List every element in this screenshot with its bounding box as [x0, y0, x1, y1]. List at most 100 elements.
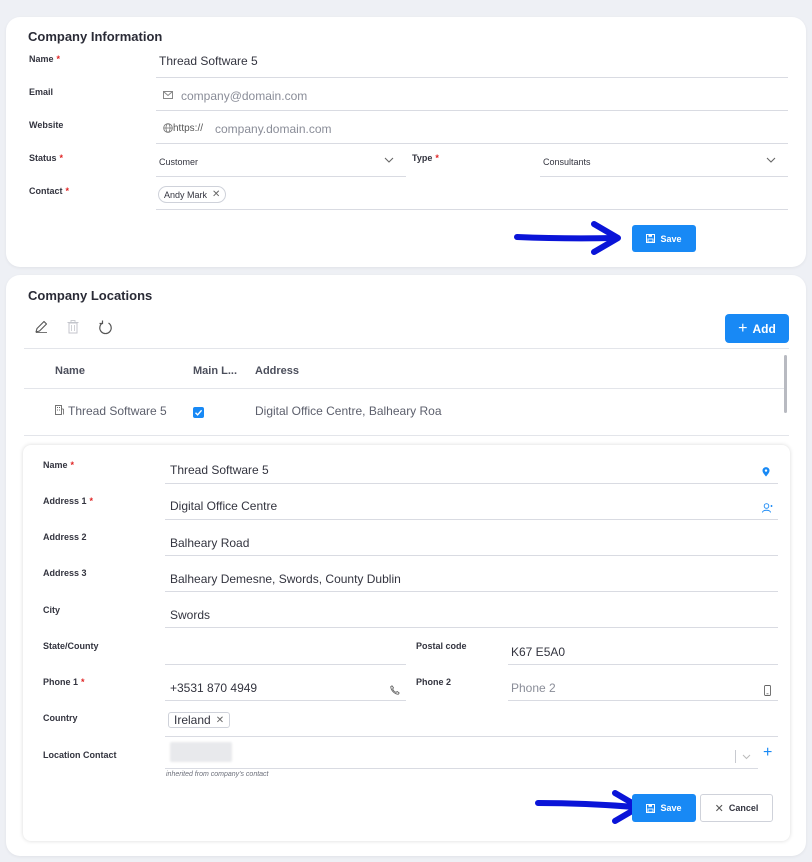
website-placeholder: company.domain.com — [215, 122, 332, 136]
location-contact-label: Location Contact — [43, 750, 117, 760]
contact-chip-label: Andy Mark — [164, 189, 208, 200]
address3-value: Balheary Demesne, Swords, County Dublin — [170, 572, 401, 586]
status-value: Customer — [159, 157, 199, 167]
location-save-label: Save — [660, 803, 682, 813]
company-locations-title: Company Locations — [28, 288, 153, 303]
table-scrollbar[interactable] — [784, 355, 787, 413]
mobile-phone-icon[interactable] — [764, 685, 771, 696]
address1-field[interactable]: Digital Office Centre — [165, 486, 778, 520]
main-location-checkbox[interactable] — [193, 407, 204, 418]
city-field[interactable]: Swords — [165, 594, 778, 628]
edit-pencil-icon[interactable] — [34, 320, 48, 334]
postal-code-value: K67 E5A0 — [511, 645, 566, 659]
type-select[interactable]: Consultants — [540, 144, 788, 177]
address1-value: Digital Office Centre — [170, 499, 278, 513]
trash-icon[interactable] — [67, 320, 79, 334]
column-header-main-location[interactable]: Main L... — [193, 365, 237, 377]
status-label: Status * — [29, 153, 64, 163]
add-contact-plus-icon[interactable]: + — [763, 745, 772, 761]
row-location-name: Thread Software 5 — [68, 404, 167, 418]
location-cancel-label: Cancel — [728, 803, 759, 813]
company-information-card: Company Information Name * Thread Softwar… — [6, 17, 806, 267]
phone1-field[interactable]: +3531 870 4949 — [165, 667, 406, 701]
address1-label: Address 1 * — [43, 496, 94, 506]
country-chip-label: Ireland — [174, 713, 211, 727]
plus-icon: + — [738, 319, 748, 337]
column-header-name[interactable]: Name — [55, 365, 85, 377]
city-label: City — [43, 605, 61, 615]
phone-icon[interactable] — [390, 685, 400, 695]
location-contact-select[interactable] — [165, 737, 758, 769]
loc-name-value: Thread Software 5 — [170, 463, 269, 477]
address2-field[interactable]: Balheary Road — [165, 522, 778, 556]
country-chip: Ireland ✕ — [168, 712, 231, 728]
company-save-label: Save — [660, 233, 682, 244]
company-information-title: Company Information — [28, 29, 163, 44]
column-header-address[interactable]: Address — [255, 365, 299, 377]
close-icon: ✕ — [714, 802, 724, 815]
company-locations-card: Company Locations + Add Name Main L... A… — [6, 275, 806, 856]
country-label: Country — [43, 713, 78, 723]
add-location-label: Add — [752, 321, 776, 336]
company-name-field[interactable]: Thread Software 5 — [156, 45, 788, 78]
chevron-down-icon — [384, 157, 394, 163]
state-label: State/County — [43, 641, 99, 651]
website-label: Website — [29, 120, 64, 130]
loc-name-label: Name * — [43, 460, 75, 470]
phone1-label: Phone 1 * — [43, 677, 85, 687]
chip-remove-icon[interactable]: ✕ — [216, 715, 224, 726]
contact-chip: Andy Mark ✕ — [158, 186, 227, 203]
name-label: Name * — [29, 54, 61, 64]
loc-name-field[interactable]: Thread Software 5 — [165, 450, 778, 484]
map-pin-icon[interactable] — [762, 467, 770, 477]
country-field[interactable]: Ireland ✕ — [165, 703, 778, 737]
floppy-disk-icon — [646, 803, 656, 813]
add-location-button[interactable]: + Add — [725, 314, 789, 343]
mail-icon — [163, 91, 173, 99]
type-value: Consultants — [543, 157, 591, 167]
address3-field[interactable]: Balheary Demesne, Swords, County Dublin — [165, 558, 778, 592]
company-name-value: Thread Software 5 — [159, 54, 258, 68]
email-placeholder: company@domain.com — [181, 89, 308, 103]
website-field[interactable]: https:// company.domain.com — [156, 111, 788, 144]
type-label: Type * — [412, 153, 439, 163]
contact-field[interactable]: Andy Mark ✕ — [156, 177, 788, 210]
postal-code-field[interactable]: K67 E5A0 — [508, 631, 778, 665]
location-save-button[interactable]: Save — [632, 794, 696, 822]
phone2-label: Phone 2 — [416, 677, 452, 687]
select-separator — [735, 750, 736, 763]
annotation-arrow — [514, 221, 621, 255]
address3-label: Address 3 — [43, 568, 87, 578]
contact-lookup-icon[interactable] — [762, 503, 773, 513]
location-cancel-button[interactable]: ✕ Cancel — [700, 794, 773, 822]
company-save-button[interactable]: Save — [632, 225, 696, 252]
phone1-value: +3531 870 4949 — [170, 681, 258, 695]
checkmark-icon — [195, 409, 203, 416]
state-field[interactable] — [165, 631, 406, 665]
chevron-down-icon[interactable] — [742, 754, 751, 760]
globe-icon — [163, 123, 173, 133]
table-bottom-divider — [24, 435, 789, 436]
email-field[interactable]: company@domain.com — [156, 78, 788, 111]
postal-code-label: Postal code — [416, 641, 467, 651]
address2-label: Address 2 — [43, 532, 87, 542]
chip-remove-icon[interactable]: ✕ — [212, 189, 220, 200]
chevron-down-icon — [766, 157, 776, 163]
location-contact-value-redacted — [170, 742, 232, 762]
phone2-placeholder: Phone 2 — [511, 681, 556, 695]
building-icon — [55, 405, 64, 415]
status-select[interactable]: Customer — [156, 144, 406, 177]
table-row[interactable]: Thread Software 5 Digital Office Centre,… — [24, 389, 786, 435]
table-top-divider — [24, 348, 789, 349]
annotation-arrow — [535, 790, 642, 824]
location-contact-hint: inherited from company's contact — [166, 771, 269, 778]
address2-value: Balheary Road — [170, 536, 250, 550]
row-location-address: Digital Office Centre, Balheary Roa — [255, 404, 442, 418]
floppy-disk-icon — [646, 234, 656, 243]
website-prefix: https:// — [173, 123, 204, 134]
city-value: Swords — [170, 608, 211, 622]
refresh-icon[interactable] — [98, 320, 113, 335]
location-edit-form: Name * Thread Software 5 Address 1 * Digit… — [23, 445, 790, 841]
email-label: Email — [29, 87, 54, 97]
phone2-field[interactable]: Phone 2 — [508, 667, 778, 701]
